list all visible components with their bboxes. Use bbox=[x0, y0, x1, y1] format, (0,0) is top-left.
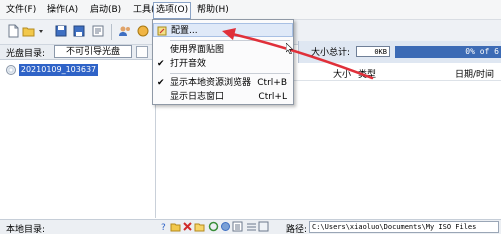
toolbar-separator bbox=[111, 24, 112, 40]
refresh-icon[interactable] bbox=[208, 221, 219, 232]
disc-icon bbox=[6, 65, 16, 75]
menu-item-label: 显示日志窗口 bbox=[170, 92, 225, 102]
local-directory-label: 本地目录: bbox=[6, 225, 46, 234]
menu-item-log-window[interactable]: 显示日志窗口 Ctrl+L bbox=[153, 90, 293, 104]
delete-icon[interactable] bbox=[182, 221, 193, 232]
disc-tree: 20210109_103637 bbox=[0, 60, 156, 218]
size-total-value: 0KB bbox=[356, 46, 390, 57]
menu-file[interactable]: 文件(F) bbox=[4, 3, 38, 17]
menu-boot[interactable]: 启动(B) bbox=[88, 3, 123, 17]
menu-options[interactable]: 选项(O) bbox=[153, 2, 192, 19]
properties-icon[interactable] bbox=[91, 24, 105, 38]
menu-separator bbox=[170, 73, 290, 74]
save-icon[interactable] bbox=[54, 24, 68, 38]
menu-item-local-browser[interactable]: ✔ 显示本地资源浏览器 Ctrl+B bbox=[153, 76, 293, 90]
new-folder-icon[interactable] bbox=[194, 221, 205, 232]
menu-item-interface-skin[interactable]: 使用界面贴图 bbox=[153, 43, 293, 57]
mouse-cursor-icon bbox=[286, 43, 294, 54]
open-folder-icon[interactable] bbox=[22, 24, 36, 38]
menu-action[interactable]: 操作(A) bbox=[45, 3, 80, 17]
menu-item-label: 显示本地资源浏览器 bbox=[170, 78, 252, 88]
size-total-label: 大小总计: bbox=[311, 48, 351, 58]
tree-node-label: 20210109_103637 bbox=[18, 64, 99, 76]
svg-text:?: ? bbox=[161, 223, 166, 232]
menu-separator bbox=[170, 40, 290, 41]
menu-item-configure[interactable]: 配置... bbox=[153, 23, 293, 37]
column-datetime[interactable]: 日期/时间 bbox=[455, 67, 494, 80]
users-icon[interactable] bbox=[118, 24, 132, 38]
checkmark-icon: ✔ bbox=[157, 78, 165, 88]
menu-help[interactable]: 帮助(H) bbox=[195, 3, 231, 17]
path-label: 路径: bbox=[286, 225, 308, 234]
save-as-icon[interactable] bbox=[72, 24, 86, 38]
menu-item-label: 配置... bbox=[171, 26, 198, 36]
column-type[interactable]: 类型 bbox=[358, 67, 376, 80]
menu-item-label: 使用界面贴图 bbox=[170, 45, 225, 55]
new-file-icon[interactable] bbox=[6, 24, 20, 38]
disc-directory-label: 光盘目录: bbox=[6, 49, 46, 59]
size-total-panel: 大小总计: 0KB 0% of 6 bbox=[298, 41, 501, 63]
menu-item-shortcut: Ctrl+L bbox=[258, 92, 287, 102]
dropdown-arrow-icon[interactable] bbox=[38, 24, 44, 38]
menu-item-sound[interactable]: ✔ 打开音效 bbox=[153, 57, 293, 71]
path-input[interactable]: C:\Users\xiaoluo\Documents\My ISO Files bbox=[309, 221, 499, 233]
options-menu: 配置... 使用界面贴图 ✔ 打开音效 ✔ 显示本地资源浏览器 Ctrl+B 显… bbox=[152, 19, 294, 105]
help-icon[interactable]: ? bbox=[158, 221, 169, 232]
up-folder-icon[interactable] bbox=[170, 221, 181, 232]
disc-directory-bar: 光盘目录: 不可引导光盘 bbox=[0, 45, 155, 60]
burn-icon[interactable] bbox=[136, 24, 150, 38]
bottom-bar: 本地目录: ? 路径: C:\Users\xiaoluo\Documents\M… bbox=[0, 219, 501, 234]
app-window: 文件(F) 操作(A) 启动(B) 工具(T) 选项(O) 帮助(H) 大小总计… bbox=[0, 0, 501, 234]
disc-properties-button[interactable] bbox=[136, 46, 148, 58]
details-view-icon[interactable] bbox=[258, 221, 269, 232]
configure-icon bbox=[157, 26, 167, 36]
column-size[interactable]: 大小 bbox=[333, 67, 351, 80]
menubar: 文件(F) 操作(A) 启动(B) 工具(T) 选项(O) 帮助(H) bbox=[0, 0, 501, 20]
checkmark-icon: ✔ bbox=[157, 59, 165, 69]
capacity-bar: 0% of 6 bbox=[395, 46, 501, 58]
menu-item-shortcut: Ctrl+B bbox=[257, 78, 287, 88]
menu-item-label: 打开音效 bbox=[170, 59, 207, 69]
settings-icon[interactable] bbox=[220, 221, 231, 232]
list-view-icon[interactable] bbox=[246, 221, 257, 232]
tree-node-disc[interactable]: 20210109_103637 bbox=[6, 64, 99, 76]
boot-type-select[interactable]: 不可引导光盘 bbox=[54, 45, 132, 58]
view-icon[interactable] bbox=[232, 221, 243, 232]
